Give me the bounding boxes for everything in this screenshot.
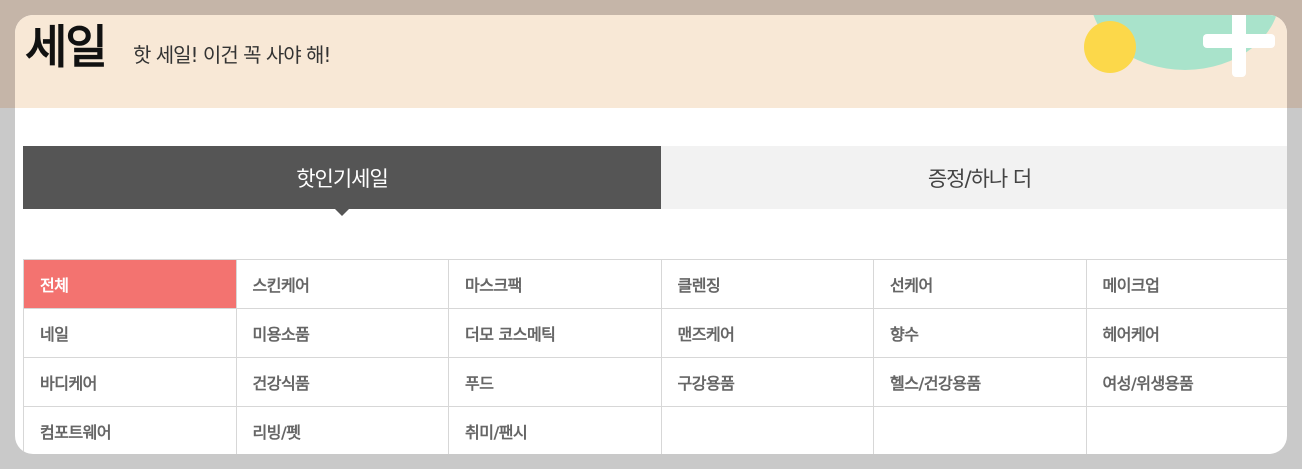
category-empty: [660, 407, 874, 454]
category-living-pet[interactable]: 리빙/펫: [235, 407, 449, 454]
category-bodycare[interactable]: 바디케어: [23, 358, 236, 406]
category-haircare[interactable]: 헤어케어: [1085, 309, 1287, 357]
category-food[interactable]: 푸드: [448, 358, 661, 406]
category-mens-care[interactable]: 맨즈케어: [660, 309, 874, 357]
category-health-goods[interactable]: 헬스/건강용품: [873, 358, 1086, 406]
category-comfortwear[interactable]: 컴포트웨어: [23, 407, 236, 454]
tab-hot-sale[interactable]: 핫인기세일: [23, 146, 661, 216]
sale-panel: 세일 핫 세일! 이건 꼭 사야 해! 핫인기세일 증정/하나 더 전체 스킨케…: [15, 15, 1287, 454]
caret-down-icon: [335, 209, 349, 216]
category-oral-care[interactable]: 구강용품: [660, 358, 874, 406]
tab-label: 핫인기세일: [296, 166, 389, 191]
tab-gift-one-more[interactable]: 증정/하나 더: [661, 146, 1287, 209]
category-row: 전체 스킨케어 마스크팩 클렌징 선케어 메이크업: [23, 260, 1287, 309]
plus-icon-bar: [1203, 34, 1275, 48]
category-empty: [1085, 407, 1287, 454]
decorative-yellow-dot: [1084, 21, 1136, 73]
category-suncare[interactable]: 선케어: [873, 260, 1086, 308]
page-title: 세일: [25, 20, 108, 74]
category-dermo-cosmetic[interactable]: 더모 코스메틱: [448, 309, 661, 357]
category-all[interactable]: 전체: [23, 260, 236, 308]
category-row: 컴포트웨어 리빙/펫 취미/팬시: [23, 407, 1287, 454]
page-subtitle: 핫 세일! 이건 꼭 사야 해!: [133, 43, 331, 67]
category-grid: 전체 스킨케어 마스크팩 클렌징 선케어 메이크업 네일 미용소품 더모 코스메…: [23, 259, 1287, 454]
category-perfume[interactable]: 향수: [873, 309, 1086, 357]
tab-label: 증정/하나 더: [927, 166, 1032, 191]
sale-tabs: 핫인기세일 증정/하나 더: [23, 146, 1287, 216]
category-health-food[interactable]: 건강식품: [235, 358, 449, 406]
category-hobby-fancy[interactable]: 취미/팬시: [448, 407, 661, 454]
category-nail[interactable]: 네일: [23, 309, 236, 357]
category-maskpack[interactable]: 마스크팩: [448, 260, 661, 308]
category-row: 네일 미용소품 더모 코스메틱 맨즈케어 향수 헤어케어: [23, 309, 1287, 358]
category-row: 바디케어 건강식품 푸드 구강용품 헬스/건강용품 여성/위생용품: [23, 358, 1287, 407]
category-empty: [873, 407, 1086, 454]
sale-header: 세일 핫 세일! 이건 꼭 사야 해!: [15, 15, 1287, 108]
category-beauty-tools[interactable]: 미용소품: [235, 309, 449, 357]
category-cleansing[interactable]: 클렌징: [660, 260, 874, 308]
category-skincare[interactable]: 스킨케어: [235, 260, 449, 308]
category-makeup[interactable]: 메이크업: [1085, 260, 1287, 308]
category-feminine-hygiene[interactable]: 여성/위생용품: [1085, 358, 1287, 406]
